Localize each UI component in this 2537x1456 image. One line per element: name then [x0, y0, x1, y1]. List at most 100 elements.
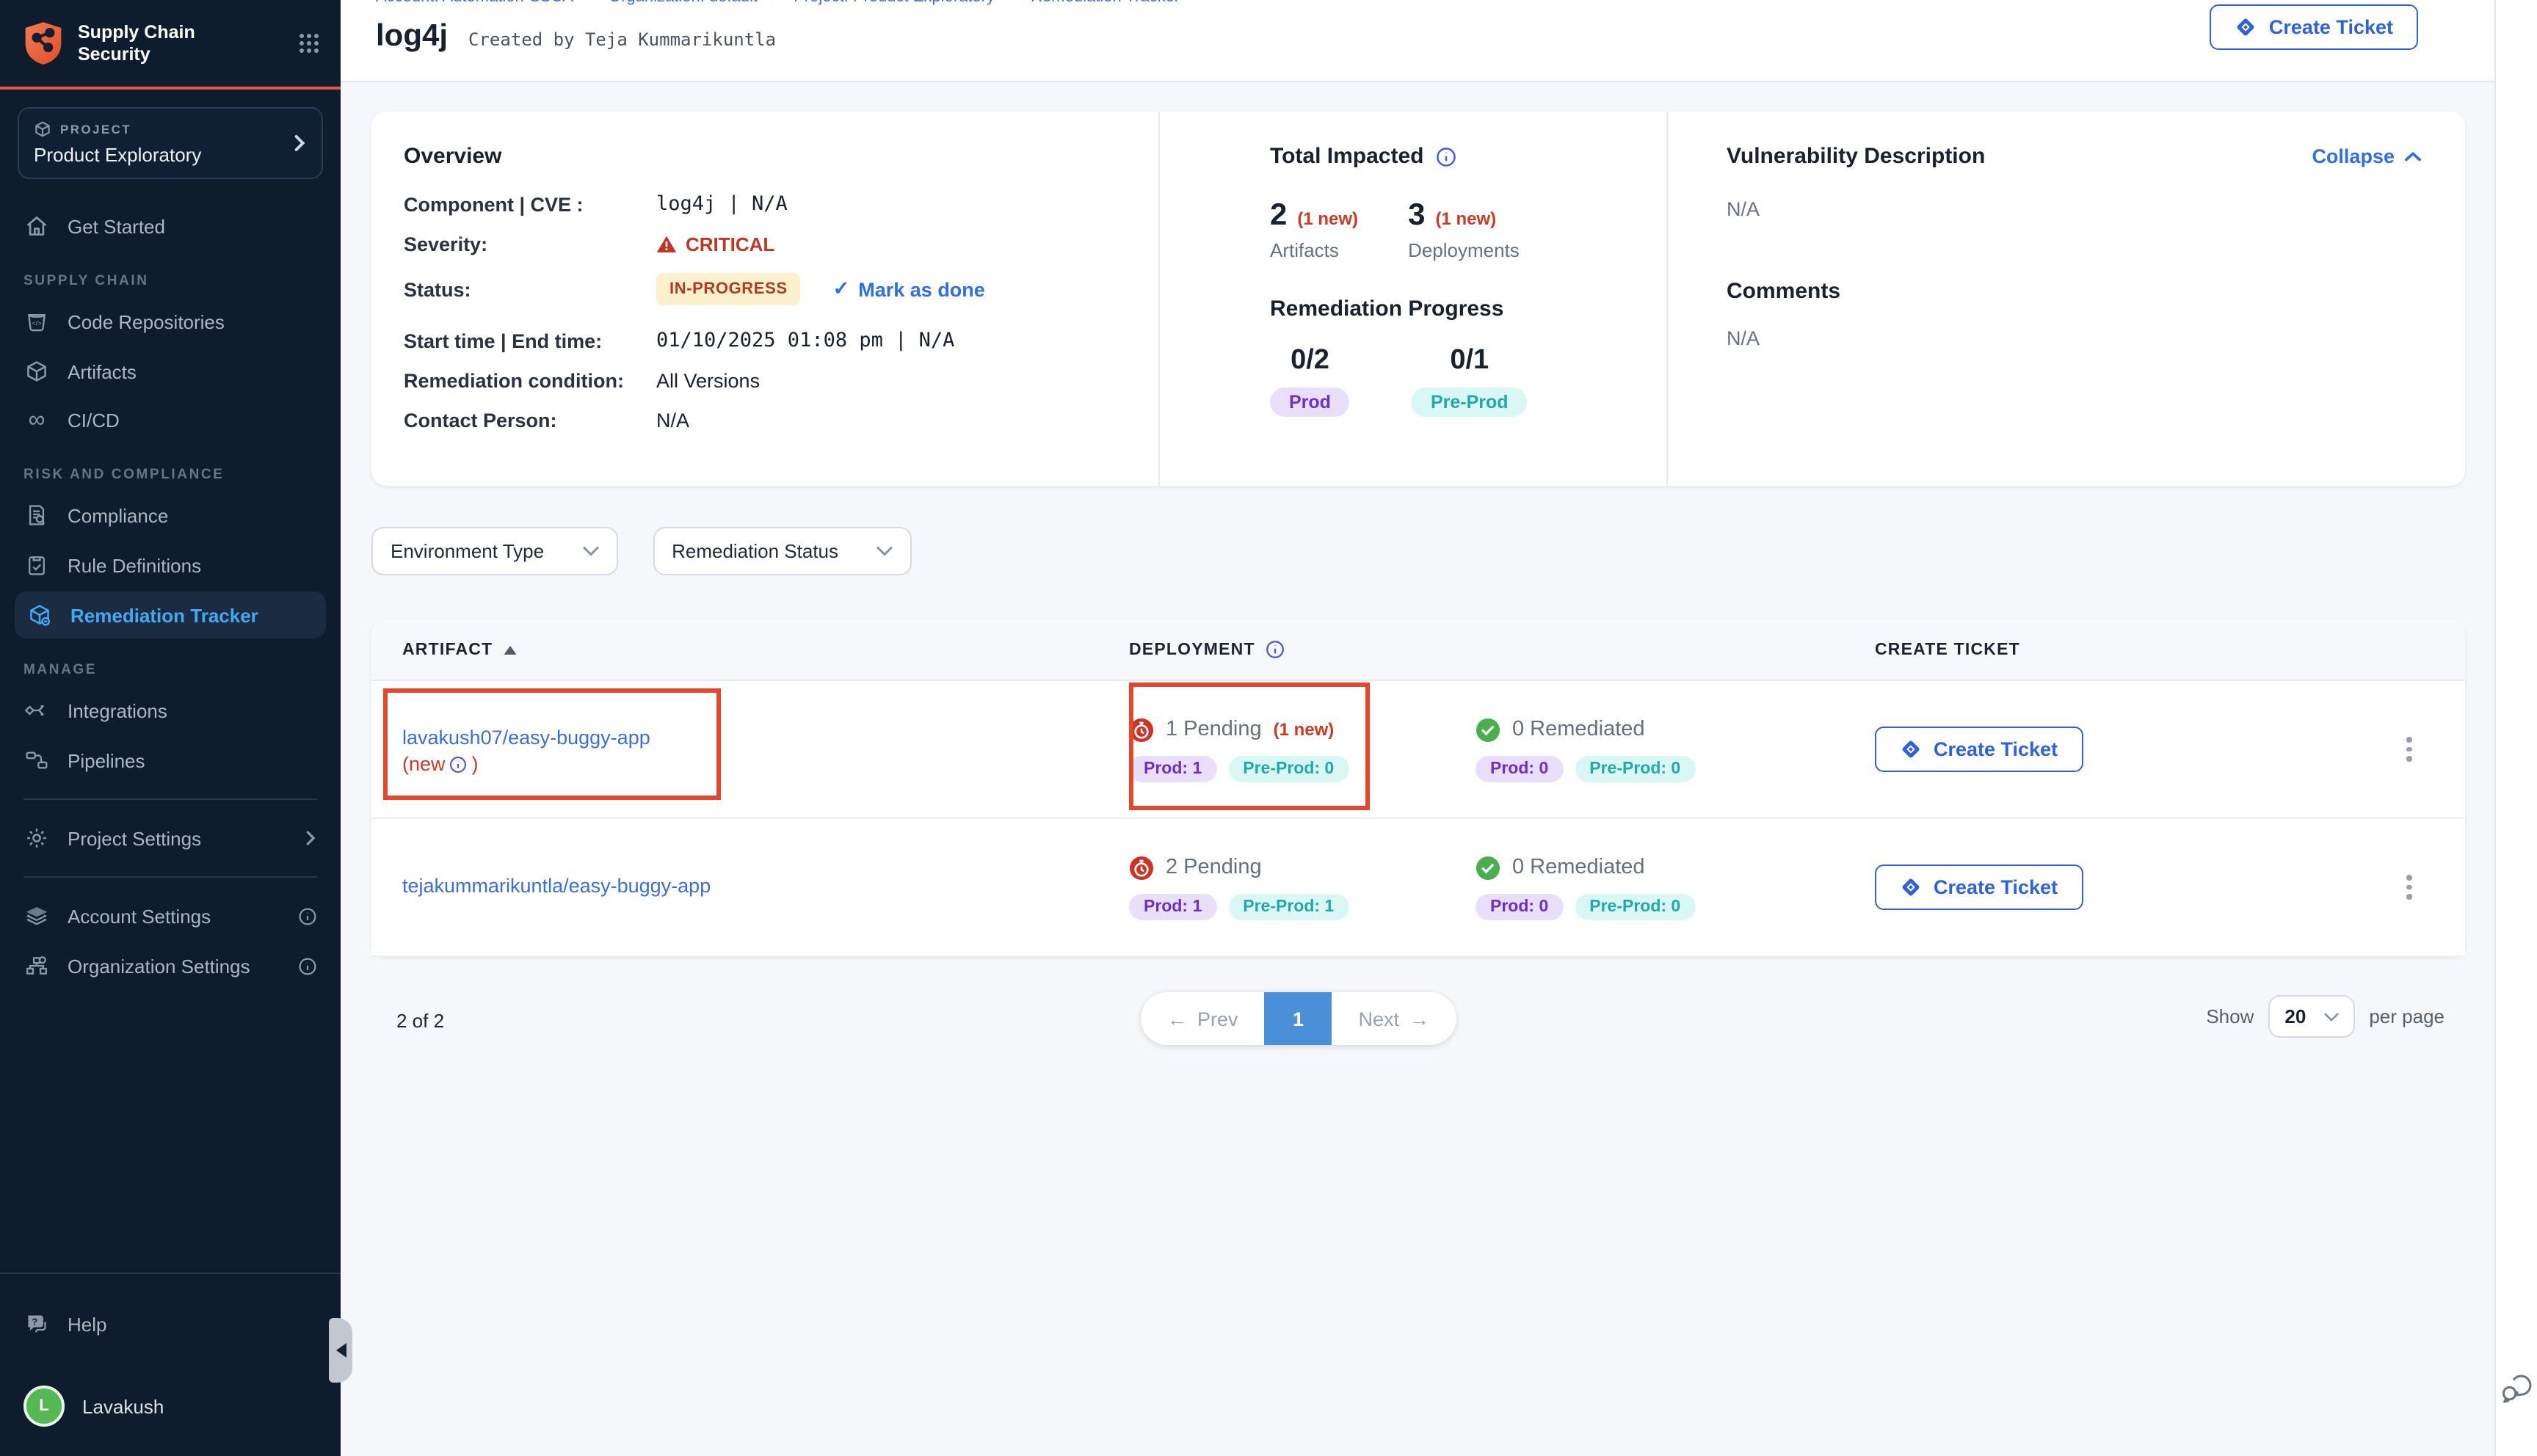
preprod-count-badge: Pre-Prod: 1 [1228, 893, 1349, 920]
sidebar-item-help[interactable]: ? Help [0, 1300, 341, 1347]
preprod-count-badge: Pre-Prod: 0 [1575, 755, 1695, 782]
clipboard-check-icon [23, 553, 50, 577]
sidebar-item-code-repositories[interactable]: </> Code Repositories [0, 298, 341, 345]
created-by: Created by Teja Kummarikuntla [468, 29, 776, 50]
row-menu-kebab-icon[interactable] [2395, 876, 2424, 900]
time-label: Start time | End time: [404, 330, 636, 352]
artifacts-count: 2 [1270, 198, 1287, 233]
current-page-button[interactable]: 1 [1265, 992, 1332, 1045]
collapse-link[interactable]: Collapse [2312, 145, 2421, 167]
preprod-count-badge: Pre-Prod: 0 [1575, 893, 1695, 920]
severity-label: Severity: [404, 233, 636, 255]
info-icon[interactable] [1436, 146, 1456, 167]
prod-count-badge: Prod: 1 [1129, 893, 1216, 920]
jira-diamond-icon [1900, 876, 1922, 898]
progress-prod: 0/2 Prod [1270, 345, 1350, 417]
pending-count: 2 Pending [1166, 856, 1262, 879]
pending-new-badge: (1 new) [1274, 719, 1335, 740]
contact-label: Contact Person: [404, 410, 636, 432]
page-size-control: Show 20 per page [2206, 995, 2445, 1038]
sidebar-item-integrations[interactable]: Integrations [0, 687, 341, 734]
table-row: lavakush07/easy-buggy-app (new ) [371, 681, 2465, 819]
remediated-count: 0 Remediated [1512, 856, 1645, 879]
info-icon[interactable] [1266, 640, 1285, 659]
chevron-right-icon [305, 829, 317, 847]
prev-page-button[interactable]: ← Prev [1141, 992, 1265, 1045]
project-name: Product Exploratory [34, 144, 294, 166]
table-header-row: ARTIFACT DEPLOYMENT CREATE TICKET [371, 619, 2465, 681]
chevron-right-icon [294, 134, 307, 153]
info-icon [298, 906, 317, 925]
condition-label: Remediation condition: [404, 370, 636, 392]
sidebar-collapse-handle[interactable] [329, 1318, 352, 1383]
remediation-status-filter[interactable]: Remediation Status [653, 527, 912, 575]
sidebar-item-pipelines[interactable]: Pipelines [0, 737, 341, 784]
app-grid-icon[interactable] [298, 32, 320, 54]
sidebar-item-organization-settings[interactable]: Organization Settings [0, 942, 341, 989]
remediated-check-icon [1476, 855, 1500, 880]
code-repo-icon: </> [23, 310, 50, 333]
preprod-progress-value: 0/1 [1450, 345, 1489, 377]
project-selector[interactable]: PROJECT Product Exploratory [18, 107, 323, 179]
remediation-progress-heading: Remediation Progress [1270, 296, 1666, 321]
avatar: L [23, 1386, 65, 1427]
component-cve-label: Component | CVE : [404, 193, 636, 215]
page-summary: 2 of 2 [396, 1010, 444, 1032]
sidebar-item-rule-definitions[interactable]: Rule Definitions [0, 542, 341, 589]
remediation-cube-icon [26, 603, 53, 627]
create-ticket-button-top[interactable]: Create Ticket [2210, 4, 2418, 50]
sidebar-item-account-settings[interactable]: Account Settings [0, 892, 341, 939]
per-page-label: per page [2369, 1005, 2445, 1027]
next-page-button[interactable]: Next → [1332, 992, 1456, 1045]
remediated-count: 0 Remediated [1512, 718, 1645, 741]
user-name: Lavakush [82, 1395, 164, 1417]
artifact-link[interactable]: lavakush07/easy-buggy-app [402, 724, 650, 754]
breadcrumb-project[interactable]: Project: Product Exploratory [794, 0, 995, 6]
comments-heading: Comments [1727, 279, 2421, 304]
home-icon [23, 214, 50, 238]
remediated-cell: 0 Remediated Prod: 0 Pre-Prod: 0 [1476, 717, 1875, 782]
cube-icon [34, 120, 51, 138]
create-ticket-button-row[interactable]: Create Ticket [1875, 727, 2083, 772]
environment-type-filter[interactable]: Environment Type [371, 527, 617, 575]
remediated-cell: 0 Remediated Prod: 0 Pre-Prod: 0 [1476, 855, 1875, 920]
artifact-link[interactable]: tejakummarikuntla/easy-buggy-app [402, 873, 711, 903]
column-header-create-ticket: CREATE TICKET [1875, 641, 2359, 658]
sidebar-item-artifacts[interactable]: Artifacts [0, 348, 341, 395]
column-header-artifact[interactable]: ARTIFACT [402, 641, 1129, 658]
info-icon[interactable] [450, 755, 468, 773]
main-area: Account: Automation-SSCA > Organization:… [341, 0, 2496, 1456]
impacted-deployments: 3 (1 new) Deployments [1408, 198, 1520, 261]
chevron-down-icon [2323, 1012, 2338, 1021]
breadcrumb-current[interactable]: Remediation Tracker [1031, 0, 1180, 6]
project-label: PROJECT [60, 122, 131, 136]
sidebar-item-cicd[interactable]: ∞ CI/CD [0, 398, 341, 443]
sidebar-nav: Get Started SUPPLY CHAIN </> Code Reposi… [0, 203, 341, 989]
breadcrumb-organization[interactable]: Organization: default [609, 0, 758, 6]
artifacts-new-badge: (1 new) [1297, 208, 1358, 229]
create-ticket-button-row[interactable]: Create Ticket [1875, 864, 2083, 910]
layers-gear-icon [23, 904, 50, 928]
mark-as-done-link[interactable]: ✓ Mark as done [833, 277, 985, 301]
page-size-select[interactable]: 20 [2268, 995, 2354, 1038]
sidebar-item-remediation-tracker[interactable]: Remediation Tracker [15, 592, 326, 638]
impact-column: Total Impacted 2 (1 new) Artifa [1158, 112, 1666, 486]
page-title: log4j [376, 19, 448, 54]
overview-column: Overview Component | CVE : log4j | N/A S… [371, 112, 1158, 486]
sidebar-item-get-started[interactable]: Get Started [0, 203, 341, 250]
divider [23, 876, 317, 878]
support-chat-icon[interactable] [2499, 1371, 2534, 1406]
show-label: Show [2206, 1005, 2254, 1027]
user-menu[interactable]: L Lavakush [0, 1374, 341, 1438]
sidebar-item-project-settings[interactable]: Project Settings [0, 815, 341, 862]
deployments-label: Deployments [1408, 239, 1520, 261]
time-value: 01/10/2025 01:08 pm | N/A [656, 329, 1158, 352]
brand: Supply ChainSecurity [0, 0, 341, 84]
row-menu-kebab-icon[interactable] [2395, 738, 2424, 762]
pager: ← Prev 1 Next → [1141, 992, 1456, 1045]
breadcrumb-account[interactable]: Account: Automation-SSCA [376, 0, 573, 6]
component-cve-value: log4j | N/A [656, 192, 1158, 216]
breadcrumb: Account: Automation-SSCA > Organization:… [376, 0, 2494, 13]
sidebar-item-compliance[interactable]: Compliance [0, 492, 341, 539]
pagination: 2 of 2 ← Prev 1 Next → Show 20 [371, 992, 2465, 1057]
